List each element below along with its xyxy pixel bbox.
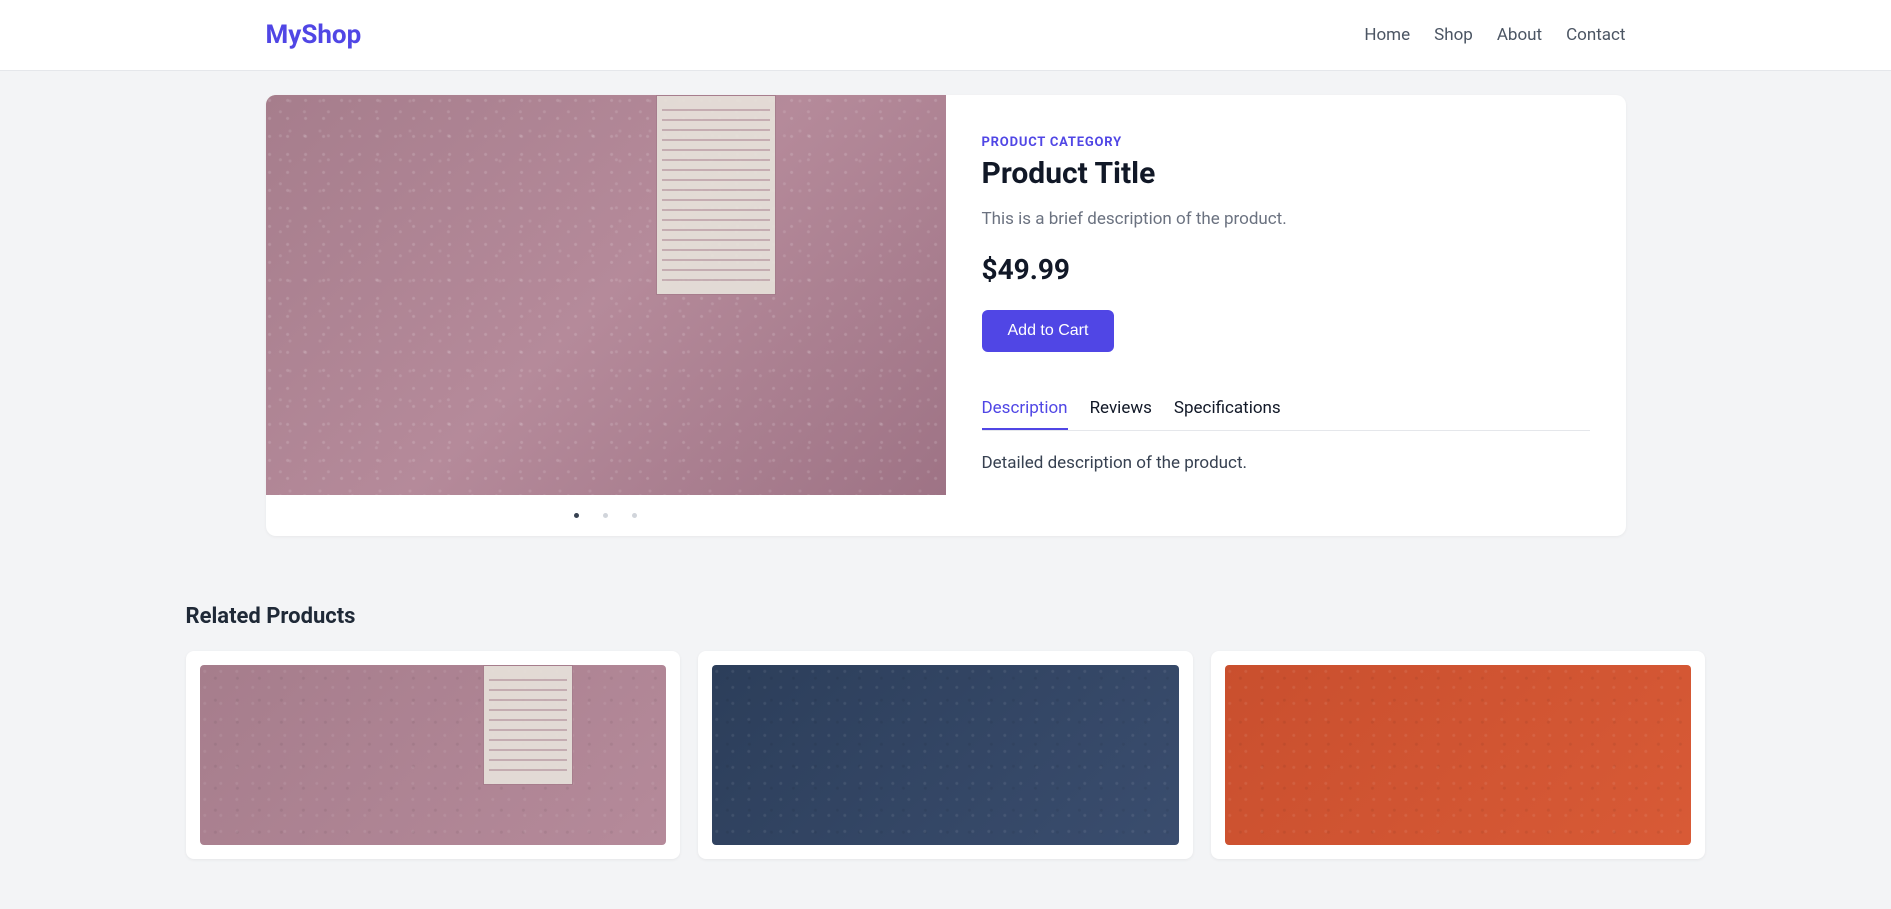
product-card: PRODUCT CATEGORY Product Title This is a… bbox=[266, 95, 1626, 536]
tab-description[interactable]: Description bbox=[982, 388, 1068, 430]
nav-about[interactable]: About bbox=[1497, 25, 1542, 45]
carousel-dots bbox=[266, 495, 946, 536]
main-nav: Home Shop About Contact bbox=[1364, 25, 1625, 45]
add-to-cart-button[interactable]: Add to Cart bbox=[982, 310, 1115, 352]
related-product-image bbox=[1225, 665, 1692, 845]
product-image[interactable] bbox=[266, 95, 946, 495]
product-description: This is a brief description of the produ… bbox=[982, 209, 1590, 229]
related-product-image bbox=[200, 665, 667, 845]
logo[interactable]: MyShop bbox=[266, 20, 362, 50]
carousel-dot-2[interactable] bbox=[603, 513, 608, 518]
carousel-dot-3[interactable] bbox=[632, 513, 637, 518]
product-info: PRODUCT CATEGORY Product Title This is a… bbox=[946, 95, 1626, 536]
nav-home[interactable]: Home bbox=[1364, 25, 1410, 45]
tab-specifications[interactable]: Specifications bbox=[1174, 388, 1281, 430]
related-product-image bbox=[712, 665, 1179, 845]
carousel-dot-1[interactable] bbox=[574, 513, 579, 518]
related-products-grid bbox=[186, 651, 1706, 859]
product-tabs: Description Reviews Specifications bbox=[982, 388, 1590, 431]
related-product-card[interactable] bbox=[698, 651, 1193, 859]
nav-contact[interactable]: Contact bbox=[1566, 25, 1625, 45]
related-product-card[interactable] bbox=[1211, 651, 1706, 859]
related-products-section: Related Products bbox=[146, 604, 1746, 859]
related-product-card[interactable] bbox=[186, 651, 681, 859]
product-category: PRODUCT CATEGORY bbox=[982, 135, 1590, 150]
header: MyShop Home Shop About Contact bbox=[0, 0, 1891, 71]
tab-content: Detailed description of the product. bbox=[982, 453, 1590, 473]
product-title: Product Title bbox=[982, 156, 1590, 191]
product-price: $49.99 bbox=[982, 253, 1590, 286]
nav-shop[interactable]: Shop bbox=[1434, 25, 1473, 45]
related-products-title: Related Products bbox=[186, 604, 1706, 629]
tab-reviews[interactable]: Reviews bbox=[1090, 388, 1152, 430]
product-carousel bbox=[266, 95, 946, 536]
